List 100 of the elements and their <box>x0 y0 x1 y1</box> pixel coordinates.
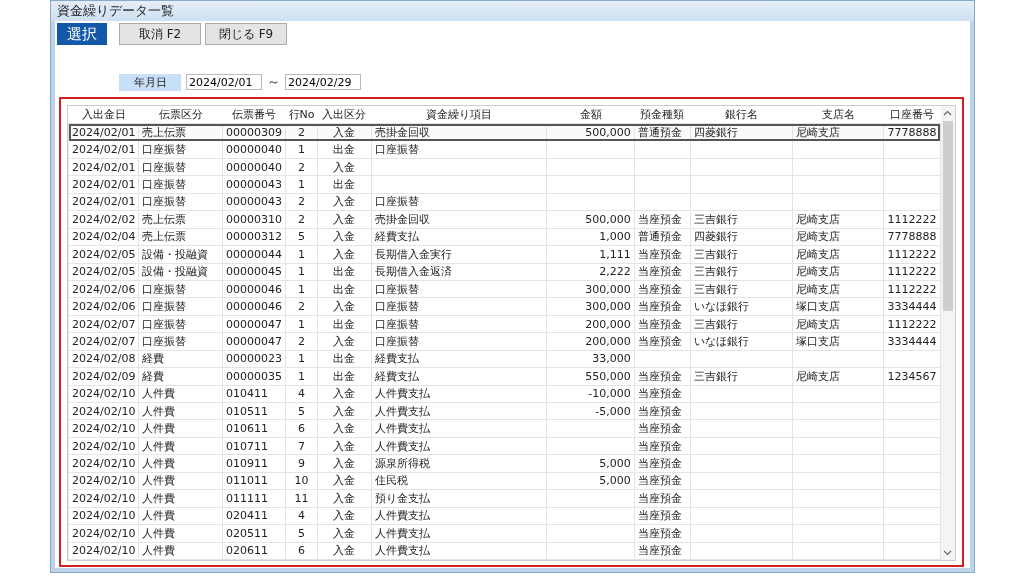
table-row[interactable]: 2024/02/01 口座振替 00000040 1 出金 口座振替 <box>68 140 940 159</box>
table-row[interactable]: 2024/02/10 人件費 010511 5 入金 人件費支払 -5,000 当座預金 <box>68 402 940 420</box>
table-cell: 人件費 <box>138 437 223 455</box>
table-cell: 00000047 <box>222 332 286 351</box>
table-cell: 人件費 <box>138 524 223 542</box>
table-cell: 入金 <box>317 507 371 525</box>
table-row[interactable]: 2024/02/10 人件費 020411 4 入金 人件費支払 当座預金 <box>68 507 940 525</box>
date-to-field[interactable]: 2024/02/29 <box>285 74 361 90</box>
table-cell: 人件費 <box>138 472 223 490</box>
column-header[interactable]: 口座番号 <box>883 106 940 124</box>
table-cell: 5 <box>285 524 318 542</box>
table-row[interactable]: 2024/02/05 設備・投融資 00000045 1 出金 長期借入金返済 2,222 当座預金 三吉銀行 尼崎支店 1112222 <box>68 263 940 281</box>
table-cell: 2024/02/10 <box>68 542 139 560</box>
table-cell: 口座振替 <box>371 140 547 159</box>
table-cell: 人件費支払 <box>371 385 547 403</box>
select-button[interactable]: 選択 <box>57 23 107 45</box>
table-row[interactable]: 2024/02/10 人件費 011111 11 入金 預り金支払 当座預金 <box>68 489 940 508</box>
table-cell: 00000046 <box>222 280 286 298</box>
table-cell: 2024/02/01 <box>68 175 139 194</box>
table-row[interactable]: 2024/02/10 人件費 011011 10 入金 住民税 5,000 当座預金 <box>68 472 940 490</box>
table-cell: 当座預金 <box>634 542 691 560</box>
table-row[interactable]: 2024/02/02 売上伝票 00000310 2 入金 売掛金回収 500,000 当座預金 三吉銀行 尼崎支店 1112222 <box>68 210 940 229</box>
table-row[interactable]: 2024/02/10 人件費 010611 6 入金 人件費支払 当座預金 <box>68 419 940 438</box>
table-cell: 売掛金回収 <box>371 210 547 229</box>
table-cell: 011011 <box>222 472 286 490</box>
table-cell: 5 <box>285 402 318 420</box>
table-cell: 当座預金 <box>634 385 691 403</box>
scroll-down-icon[interactable] <box>943 548 953 557</box>
table-cell: 三吉銀行 <box>690 367 793 386</box>
column-header[interactable]: 行No <box>285 106 318 124</box>
table-row[interactable]: 2024/02/06 口座振替 00000046 2 入金 口座振替 300,000 当座預金 いなほ銀行 塚口支店 3334444 <box>68 297 940 316</box>
table-cell: 塚口支店 <box>792 297 884 316</box>
table-cell: 人件費支払 <box>371 437 547 455</box>
table-cell: 2024/02/02 <box>68 210 139 229</box>
table-cell: 1,111 <box>546 245 635 263</box>
table-row[interactable]: 2024/02/08 経費 00000023 1 出金 経費支払 33,000 <box>68 350 940 368</box>
table-cell: 7778888 <box>883 228 940 246</box>
column-header[interactable]: 金額 <box>546 106 635 124</box>
table-cell: 1 <box>285 175 318 194</box>
table-cell: 預り金支払 <box>371 489 547 508</box>
table-cell: 三吉銀行 <box>690 315 793 333</box>
table-row[interactable]: 2024/02/10 人件費 010711 7 入金 人件費支払 当座預金 <box>68 437 940 455</box>
table-row[interactable]: 2024/02/10 人件費 010911 9 入金 源泉所得税 5,000 当座預金 <box>68 454 940 473</box>
column-header[interactable]: 入出区分 <box>317 106 371 124</box>
table-row[interactable]: 2024/02/10 人件費 020511 5 入金 人件費支払 当座預金 <box>68 524 940 542</box>
table-row[interactable]: 2024/02/10 人件費 020611 6 入金 人件費支払 当座預金 <box>68 542 940 560</box>
table-row[interactable]: 2024/02/04 売上伝票 00000312 5 入金 経費支払 1,000 普通預金 四菱銀行 尼崎支店 7778888 <box>68 228 940 246</box>
table-cell: 010411 <box>222 385 286 403</box>
column-header[interactable]: 銀行名 <box>690 106 793 124</box>
table-cell: 7 <box>285 437 318 455</box>
table-row[interactable]: 2024/02/05 設備・投融資 00000044 1 入金 長期借入金実行 1,111 当座預金 三吉銀行 尼崎支店 1112222 <box>68 245 940 263</box>
table-row[interactable]: 2024/02/01 口座振替 00000040 2 入金 <box>68 158 940 176</box>
table-cell: 当座預金 <box>634 297 691 316</box>
table-row[interactable]: 2024/02/01 口座振替 00000043 2 入金 口座振替 <box>68 193 940 211</box>
date-from-field[interactable]: 2024/02/01 <box>186 74 262 90</box>
column-header[interactable]: 資金繰り項目 <box>371 106 547 124</box>
table-cell: 500,000 <box>546 123 635 141</box>
table-row[interactable]: 2024/02/01 口座振替 00000043 1 出金 <box>68 175 940 194</box>
table-cell: 尼崎支店 <box>792 210 884 229</box>
table-cell: 2024/02/07 <box>68 332 139 351</box>
table-row[interactable]: 2024/02/06 口座振替 00000046 1 出金 口座振替 300,000 当座預金 三吉銀行 尼崎支店 1112222 <box>68 280 940 298</box>
table-row[interactable]: 2024/02/07 口座振替 00000047 2 入金 口座振替 200,000 当座預金 いなほ銀行 塚口支店 3334444 <box>68 332 940 351</box>
table-cell: 200,000 <box>546 332 635 351</box>
table-cell: 1112222 <box>883 263 940 281</box>
table-cell: 塚口支店 <box>792 332 884 351</box>
scroll-thumb[interactable] <box>942 121 953 311</box>
column-header[interactable]: 支店名 <box>792 106 884 124</box>
table-cell: 人件費 <box>138 402 223 420</box>
toolbar-button[interactable]: 閉じる F9 <box>205 23 287 45</box>
table-row[interactable]: 2024/02/09 経費 00000035 1 出金 経費支払 550,000 当座預金 三吉銀行 尼崎支店 1234567 <box>68 367 940 386</box>
column-header[interactable]: 預金種類 <box>634 106 691 124</box>
table-cell: 2 <box>285 332 318 351</box>
table-cell: 尼崎支店 <box>792 367 884 386</box>
table-row[interactable]: 2024/02/10 人件費 010411 4 入金 人件費支払 -10,000 当座預金 <box>68 385 940 403</box>
table-cell: 入金 <box>317 210 371 229</box>
table-row[interactable]: 2024/02/07 口座振替 00000047 1 出金 口座振替 200,000 当座預金 三吉銀行 尼崎支店 1112222 <box>68 315 940 333</box>
scroll-up-icon[interactable] <box>943 109 953 118</box>
column-header[interactable]: 伝票区分 <box>138 106 223 124</box>
column-header[interactable]: 伝票番号 <box>222 106 286 124</box>
table-cell: 6 <box>285 542 318 560</box>
table-cell: 011111 <box>222 489 286 508</box>
table-cell: 尼崎支店 <box>792 263 884 281</box>
table-cell: 010611 <box>222 419 286 438</box>
table-cell: 00000044 <box>222 245 286 263</box>
table-cell: 口座振替 <box>138 158 223 176</box>
table-cell: 当座預金 <box>634 332 691 351</box>
table-cell: 1112222 <box>883 315 940 333</box>
table-cell: 入金 <box>317 454 371 473</box>
table-cell: 出金 <box>317 315 371 333</box>
table-cell: 入金 <box>317 542 371 560</box>
table-cell: 2 <box>285 193 318 211</box>
toolbar-button[interactable]: 取消 F2 <box>119 23 201 45</box>
table-cell: 2024/02/06 <box>68 297 139 316</box>
table-cell: 2024/02/01 <box>68 140 139 159</box>
table-cell: 2024/02/10 <box>68 402 139 420</box>
table-cell: 出金 <box>317 350 371 368</box>
table-cell: 三吉銀行 <box>690 280 793 298</box>
column-header[interactable]: 入出金日 <box>68 106 139 124</box>
table-cell: 三吉銀行 <box>690 263 793 281</box>
table-row[interactable]: 2024/02/01 売上伝票 00000309 2 入金 売掛金回収 500,000 普通預金 四菱銀行 尼崎支店 7778888 <box>68 123 940 141</box>
